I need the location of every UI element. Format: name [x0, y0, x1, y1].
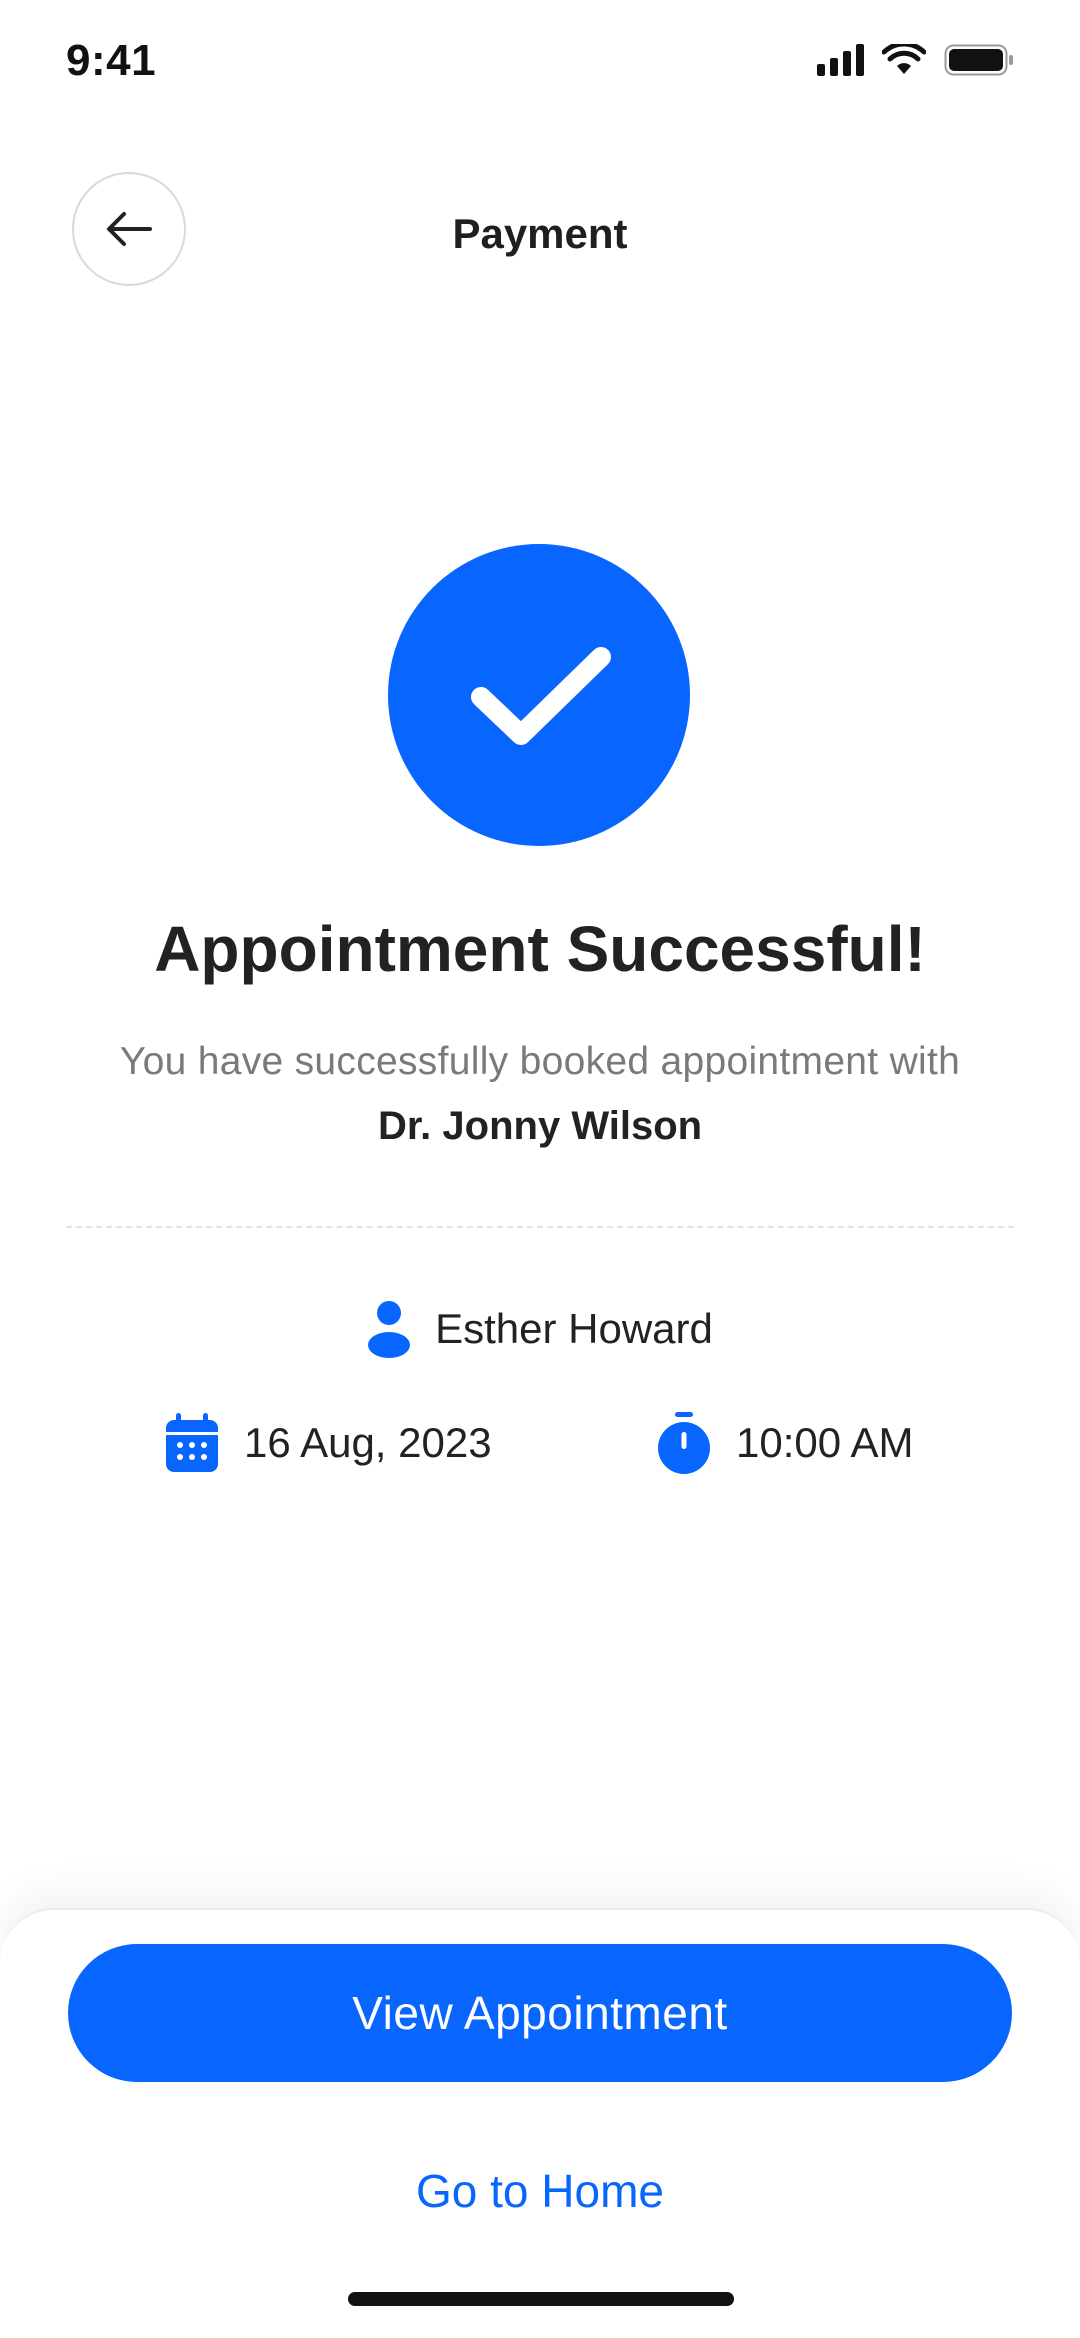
- success-headline: Appointment Successful!: [154, 913, 926, 985]
- appointment-date: 16 Aug, 2023: [164, 1412, 492, 1474]
- doctor-name: Dr. Jonny Wilson: [377, 1104, 703, 1148]
- battery-icon: [944, 44, 1013, 76]
- calendar-icon: [166, 1413, 218, 1472]
- home-indicator[interactable]: [348, 2292, 734, 2306]
- payment-success-screen: 9:41 Payment Appointment Successful! You…: [0, 0, 1080, 2338]
- wifi-icon: [882, 44, 926, 74]
- person-icon: [368, 1301, 411, 1358]
- signal-icon: [817, 44, 864, 76]
- time-text: 10:00 AM: [736, 1419, 914, 1466]
- status-time: 9:41: [66, 36, 157, 85]
- status-icons: [817, 44, 1014, 76]
- stopwatch-icon: [658, 1412, 710, 1474]
- appointment-time: 10:00 AM: [656, 1412, 913, 1474]
- success-badge: [388, 544, 690, 846]
- checkmark-icon: [471, 647, 611, 745]
- view-appointment-button[interactable]: View Appointment: [68, 1944, 1012, 2082]
- date-text: 16 Aug, 2023: [244, 1419, 492, 1466]
- patient-name: Esther Howard: [435, 1305, 713, 1352]
- patient-row: Esther Howard: [0, 1300, 1080, 1358]
- go-to-home-link[interactable]: Go to Home: [0, 2164, 1080, 2218]
- success-message: You have successfully booked appointment…: [119, 1040, 961, 1083]
- page-title: Payment: [452, 210, 628, 257]
- dashed-divider: [66, 1226, 1014, 1228]
